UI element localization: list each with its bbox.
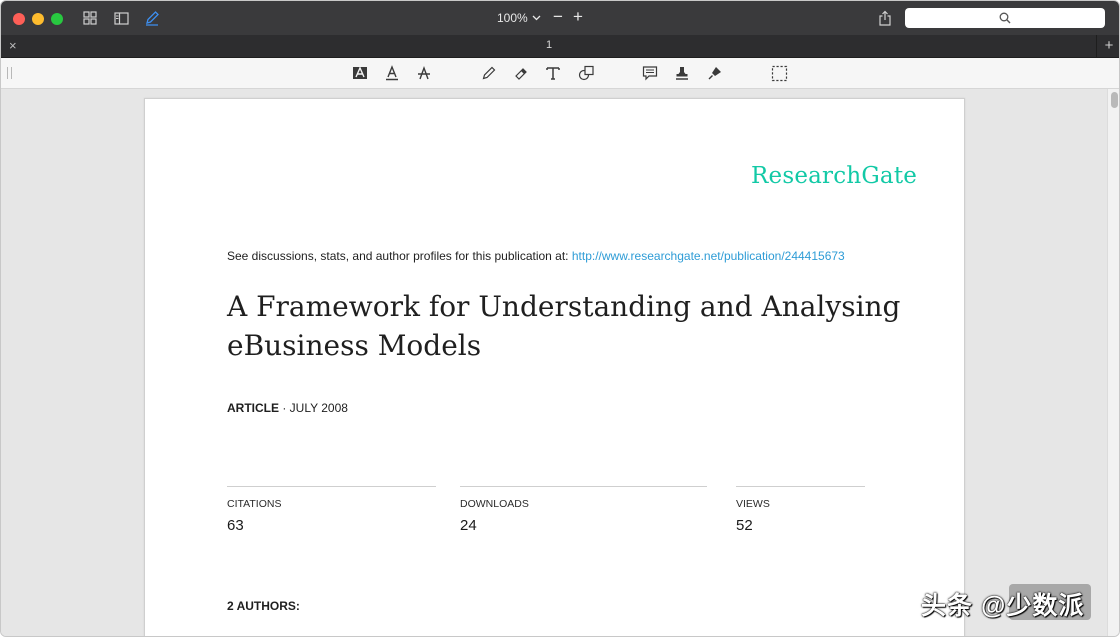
zoom-in-button[interactable]: + bbox=[573, 7, 583, 27]
citations-label: CITATIONS bbox=[227, 498, 282, 510]
annotate-pen-icon[interactable] bbox=[144, 10, 160, 26]
publication-info-text: See discussions, stats, and author profi… bbox=[227, 249, 572, 263]
downloads-stat: DOWNLOADS 24 bbox=[460, 486, 707, 534]
text-underline-tool-icon[interactable] bbox=[383, 64, 401, 82]
citations-stat: CITATIONS 63 bbox=[227, 486, 436, 534]
annotation-toolbar bbox=[1, 58, 1119, 89]
zoom-level-control[interactable]: 100% bbox=[497, 11, 541, 25]
watermark-text: 头条 @少数派 bbox=[921, 592, 1085, 620]
views-stat: VIEWS 52 bbox=[736, 486, 865, 534]
views-value: 52 bbox=[736, 517, 753, 534]
thumbnail-grid-icon[interactable] bbox=[82, 10, 98, 26]
stamp-tool-icon[interactable] bbox=[673, 64, 691, 82]
signature-pen-icon[interactable] bbox=[706, 64, 724, 82]
zoom-out-button[interactable]: − bbox=[553, 7, 563, 27]
tab-document[interactable]: 1 bbox=[1, 39, 1097, 51]
new-tab-button[interactable]: + bbox=[1096, 35, 1119, 57]
zoom-window-button[interactable] bbox=[51, 13, 63, 25]
downloads-value: 24 bbox=[460, 517, 477, 534]
title-bar: 100% − + bbox=[1, 1, 1119, 36]
researchgate-logo: ResearchGate bbox=[751, 163, 918, 189]
text-highlight-tool-icon[interactable] bbox=[351, 64, 369, 82]
source-watermark: 头条 @少数派 bbox=[921, 584, 1109, 624]
chevron-down-icon bbox=[532, 15, 541, 21]
text-strikethrough-tool-icon[interactable] bbox=[415, 64, 433, 82]
publication-link[interactable]: http://www.researchgate.net/publication/… bbox=[572, 249, 845, 263]
vertical-scrollbar[interactable] bbox=[1107, 89, 1119, 636]
rectangle-select-icon[interactable] bbox=[770, 64, 788, 82]
pdf-viewer-window: 100% − + × 1 + ResearchGate See discussi… bbox=[0, 0, 1120, 637]
citations-value: 63 bbox=[227, 517, 244, 534]
eraser-tool-icon[interactable] bbox=[512, 64, 530, 82]
toolbar-grip-handle[interactable] bbox=[7, 67, 12, 79]
search-input[interactable] bbox=[905, 8, 1105, 28]
authors-heading: 2 AUTHORS: bbox=[227, 599, 300, 613]
note-comment-tool-icon[interactable] bbox=[641, 64, 659, 82]
paper-title-line-1: A Framework for Understanding and Analys… bbox=[227, 290, 901, 323]
text-box-tool-icon[interactable] bbox=[544, 64, 562, 82]
minimize-window-button[interactable] bbox=[32, 13, 44, 25]
close-window-button[interactable] bbox=[13, 13, 25, 25]
shapes-tool-icon[interactable] bbox=[577, 64, 595, 82]
tab-bar: × 1 + bbox=[1, 35, 1119, 58]
article-date: · JULY 2008 bbox=[279, 401, 348, 415]
zoom-level-value: 100% bbox=[497, 11, 528, 25]
sidebar-toggle-icon[interactable] bbox=[113, 10, 129, 26]
share-icon[interactable] bbox=[877, 10, 893, 26]
views-label: VIEWS bbox=[736, 498, 770, 510]
pencil-tool-icon[interactable] bbox=[480, 64, 498, 82]
publication-info-line: See discussions, stats, and author profi… bbox=[227, 249, 845, 263]
paper-title: A Framework for Understanding and Analys… bbox=[227, 287, 907, 365]
downloads-label: DOWNLOADS bbox=[460, 498, 529, 510]
article-meta: ARTICLE · JULY 2008 bbox=[227, 401, 348, 415]
article-type-label: ARTICLE bbox=[227, 401, 279, 415]
search-icon bbox=[999, 12, 1011, 24]
scrollbar-thumb[interactable] bbox=[1111, 92, 1118, 108]
paper-title-line-2: eBusiness Models bbox=[227, 329, 482, 362]
